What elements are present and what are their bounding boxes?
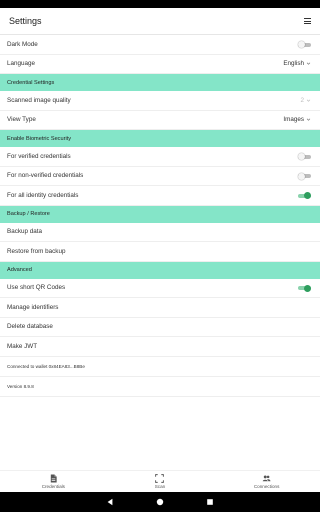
view-type-select[interactable]: Images <box>283 116 311 123</box>
short-qr-codes-toggle[interactable] <box>298 284 311 292</box>
setting-label: Delete database <box>7 323 53 331</box>
hamburger-menu-icon[interactable] <box>301 15 313 27</box>
setting-label: Dark Mode <box>7 40 38 48</box>
restore-from-backup-item[interactable]: Restore from backup <box>0 242 320 262</box>
dark-mode-toggle[interactable] <box>298 41 311 49</box>
home-icon[interactable] <box>156 498 164 506</box>
setting-label: View Type <box>7 116 36 124</box>
nav-label: Connections <box>253 484 280 489</box>
section-header-backup-restore: Backup / Restore <box>0 205 320 223</box>
section-header-credential-settings: Credential Settings <box>0 74 320 91</box>
image-quality-select[interactable]: 2 <box>300 97 311 104</box>
all-identity-credentials-toggle[interactable] <box>298 192 311 200</box>
setting-label: Restore from backup <box>7 247 66 255</box>
delete-database-item[interactable]: Delete database <box>0 318 320 337</box>
manage-identifiers-item[interactable]: Manage identifiers <box>0 298 320 318</box>
setting-all-identity-credentials[interactable]: For all identity credentials <box>0 186 320 206</box>
version-row: Version 8.9.8 <box>0 377 320 397</box>
setting-scanned-image-quality[interactable]: Scanned image quality 2 <box>0 91 320 111</box>
nav-scan[interactable]: Scan <box>120 474 200 489</box>
verified-credentials-toggle[interactable] <box>298 153 311 161</box>
chevron-down-icon <box>306 99 311 102</box>
document-icon <box>50 474 57 483</box>
view-type-value: Images <box>283 116 304 124</box>
bottom-navigation: Credentials Scan Connections <box>0 470 320 492</box>
setting-view-type[interactable]: View Type Images <box>0 111 320 130</box>
connected-wallet-row: Connected to wallet 0x84EA83...B8Be <box>0 357 320 377</box>
make-jwt-item[interactable]: Make JWT <box>0 337 320 357</box>
setting-label: Backup data <box>7 228 43 236</box>
language-value: English <box>283 60 304 68</box>
app-bar: Settings <box>0 8 320 35</box>
chevron-down-icon <box>306 118 311 121</box>
version-text: Version 8.9.8 <box>7 383 34 389</box>
page-title: Settings <box>9 16 42 26</box>
setting-verified-credentials[interactable]: For verified credentials <box>0 147 320 167</box>
people-icon <box>262 475 271 482</box>
nav-connections[interactable]: Connections <box>227 474 307 489</box>
status-bar <box>0 0 320 8</box>
setting-label: For all identity credentials <box>7 191 79 199</box>
setting-label: Scanned image quality <box>7 96 71 104</box>
scan-frame-icon <box>155 474 165 483</box>
nav-label: Credentials <box>41 484 65 489</box>
connected-wallet-text: Connected to wallet 0x84EA83...B8Be <box>7 363 85 369</box>
language-select[interactable]: English <box>283 60 311 67</box>
nav-credentials[interactable]: Credentials <box>13 474 93 489</box>
setting-label: Use short QR Codes <box>7 284 66 292</box>
nav-label: Scan <box>154 484 166 489</box>
system-navigation-bar <box>0 492 320 512</box>
setting-label: Manage identifiers <box>7 303 59 311</box>
setting-label: For verified credentials <box>7 152 71 160</box>
image-quality-value: 2 <box>300 96 304 104</box>
setting-label: Language <box>7 60 36 68</box>
back-icon[interactable] <box>106 498 114 506</box>
setting-label: For non-verified credentials <box>7 172 84 180</box>
non-verified-credentials-toggle[interactable] <box>298 172 311 180</box>
setting-dark-mode[interactable]: Dark Mode <box>0 35 320 55</box>
setting-short-qr-codes[interactable]: Use short QR Codes <box>0 279 320 298</box>
section-header-biometric: Enable Biometric Security <box>0 130 320 147</box>
recents-icon[interactable] <box>206 498 214 506</box>
settings-list: Dark Mode Language English Credential Se… <box>0 35 320 397</box>
setting-label: Make JWT <box>7 342 38 350</box>
setting-language[interactable]: Language English <box>0 55 320 74</box>
chevron-down-icon <box>306 62 311 65</box>
section-header-advanced: Advanced <box>0 261 320 279</box>
setting-non-verified-credentials[interactable]: For non-verified credentials <box>0 167 320 186</box>
backup-data-item[interactable]: Backup data <box>0 223 320 242</box>
